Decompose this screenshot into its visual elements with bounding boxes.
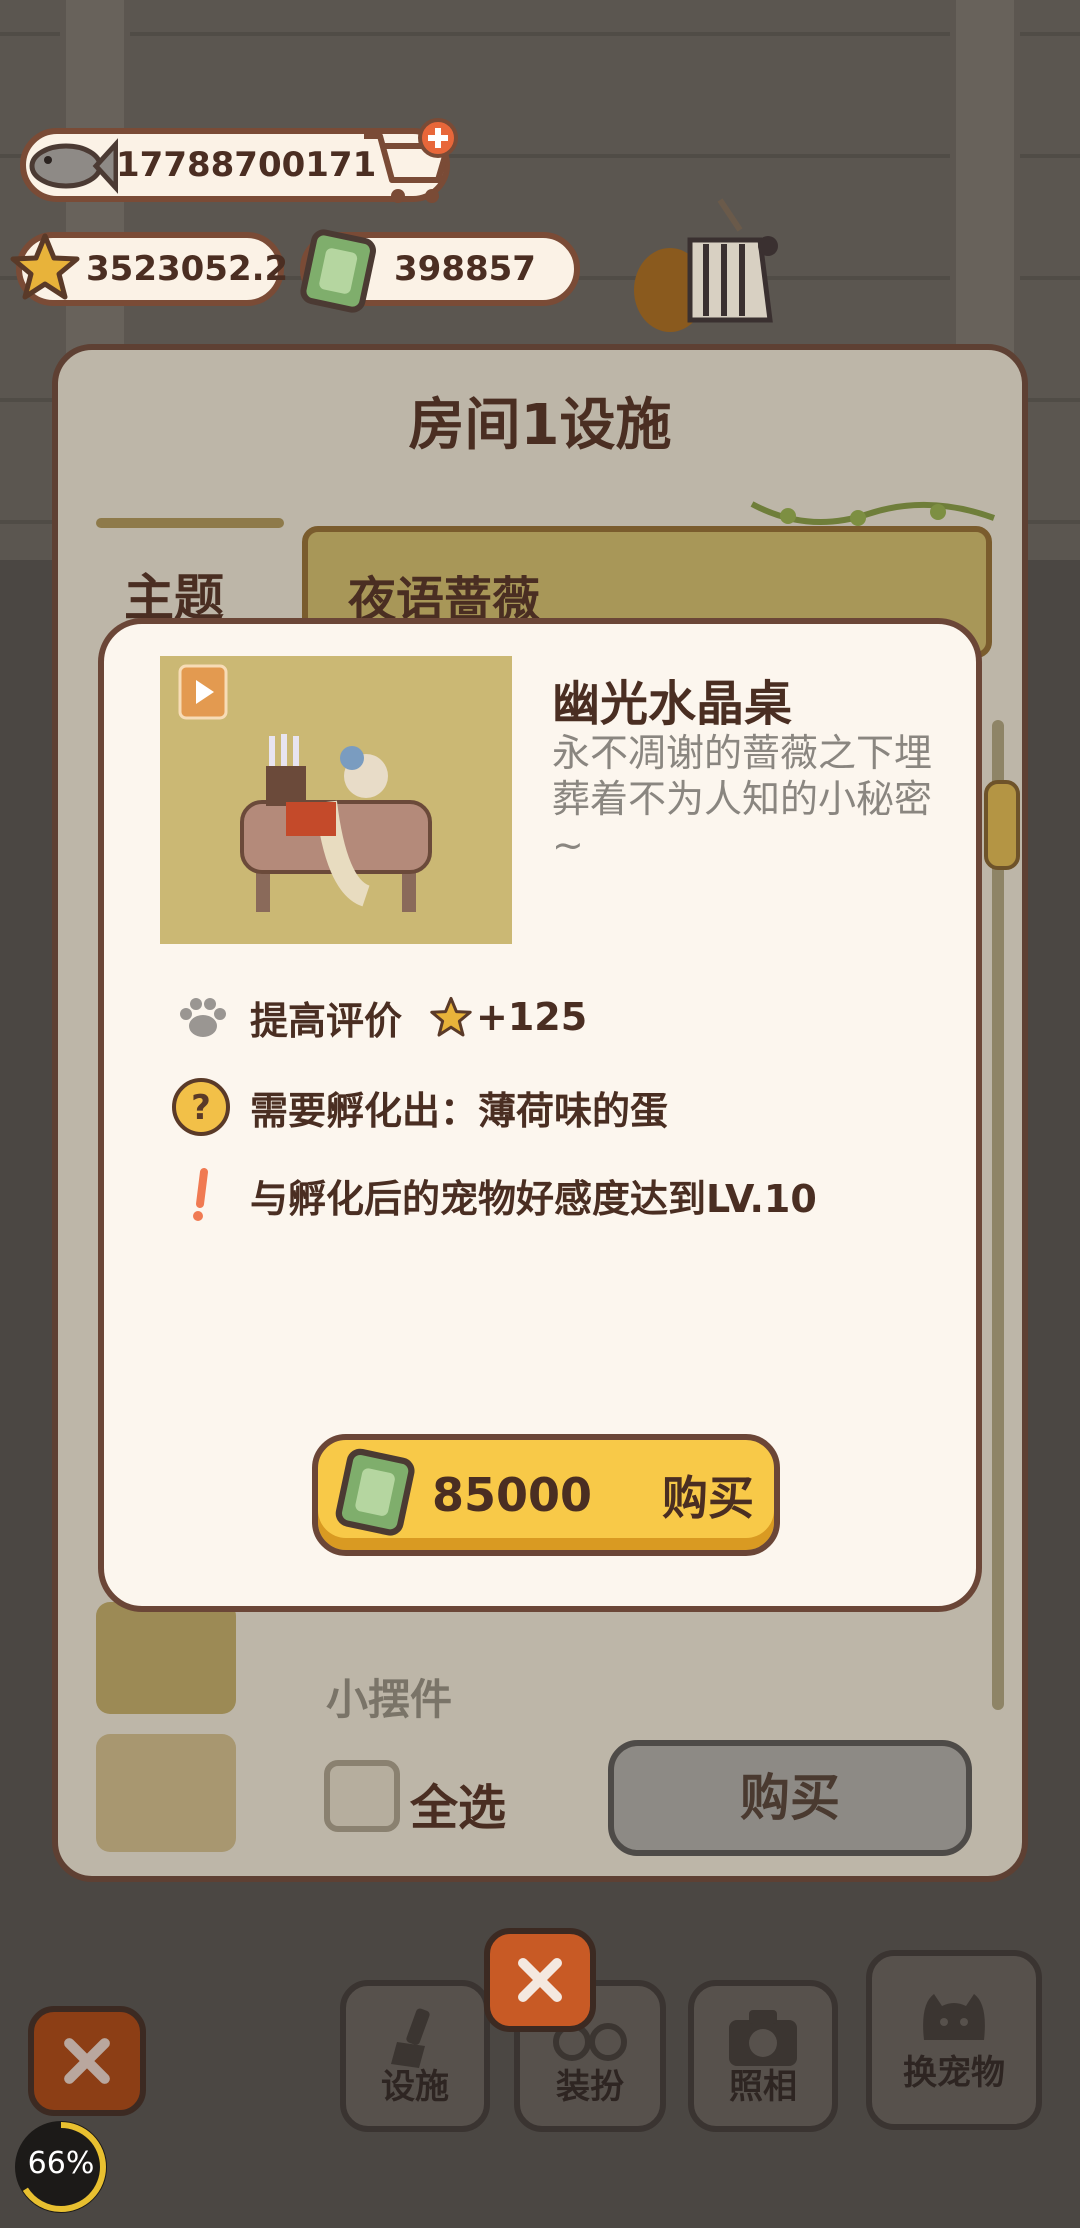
requirement-text: 需要孵化出：薄荷味的蛋 — [250, 1088, 669, 1133]
change-pet-label: 换宠物 — [903, 2053, 1005, 2093]
photo-nav-button[interactable]: 照相 — [688, 1980, 838, 2132]
item-detail-modal: 幽光水晶桌 永不凋谢的蔷薇之下埋葬着不为人知的小秘密~ 提高评价 +125 ? … — [98, 618, 982, 1612]
section-label-ornaments: 小摆件 — [326, 1675, 453, 1724]
exclamation-icon — [193, 1168, 208, 1221]
select-all-label: 全选 — [410, 1780, 507, 1836]
panel-title: 房间1设施 — [408, 393, 672, 458]
close-modal-button[interactable] — [484, 1928, 596, 2032]
fish-icon — [29, 138, 118, 194]
dress-decoration-icon — [634, 198, 778, 332]
tab-underline — [96, 518, 284, 528]
ticket-icon — [300, 229, 376, 313]
star-icon — [10, 233, 80, 300]
star-icon — [430, 996, 472, 1037]
progress-text: 66% — [27, 2146, 95, 2181]
rating-label: 提高评价 — [250, 998, 403, 1043]
item-name: 幽光水晶桌 — [552, 676, 793, 732]
condition-text: 与孵化后的宠物好感度达到LV.10 — [250, 1176, 817, 1221]
photo-label: 照相 — [729, 2067, 797, 2107]
condition-row: 与孵化后的宠物好感度达到LV.10 — [170, 1164, 817, 1226]
facility-nav-button[interactable]: 设施 — [340, 1980, 490, 2132]
svg-text:?: ? — [191, 1088, 211, 1128]
cat-icon — [923, 1994, 985, 2040]
item-price: 85000 — [432, 1468, 593, 1522]
paw-icon — [180, 998, 226, 1037]
rating-row: 提高评价 +125 — [170, 986, 587, 1048]
change-pet-nav-button[interactable]: 换宠物 — [866, 1950, 1042, 2130]
ticket-icon — [335, 1448, 415, 1536]
select-all-checkbox[interactable] — [324, 1760, 400, 1832]
close-icon — [518, 1958, 562, 2002]
side-item-thumbnail[interactable] — [96, 1602, 236, 1714]
shop-cart-icon[interactable] — [358, 118, 458, 210]
dress-label: 装扮 — [556, 2067, 624, 2107]
video-play-icon[interactable] — [178, 664, 228, 720]
rating-value: +125 — [476, 995, 588, 1039]
facility-label: 设施 — [381, 2067, 449, 2107]
ticket-count: 398857 — [394, 249, 536, 289]
question-icon: ? — [172, 1078, 230, 1136]
side-item-thumbnail[interactable] — [96, 1734, 236, 1852]
vine-decoration — [750, 501, 996, 526]
buy-selected-button[interactable]: 购买 — [608, 1740, 972, 1856]
item-preview-image — [160, 656, 512, 944]
requirement-row: ? 需要孵化出：薄荷味的蛋 — [170, 1076, 668, 1138]
close-icon — [64, 2038, 110, 2084]
star-count: 3523052.2 — [86, 249, 289, 289]
crystal-table-art — [240, 734, 432, 912]
fish-count: 17788700171 — [116, 145, 377, 185]
item-description: 永不凋谢的蔷薇之下埋葬着不为人知的小秘密~ — [552, 731, 933, 867]
scrollbar-handle[interactable] — [984, 780, 1020, 870]
close-panel-button[interactable] — [28, 2006, 146, 2116]
buy-label: 购买 — [662, 1471, 755, 1525]
buy-item-button[interactable]: 85000 购买 — [312, 1434, 780, 1556]
